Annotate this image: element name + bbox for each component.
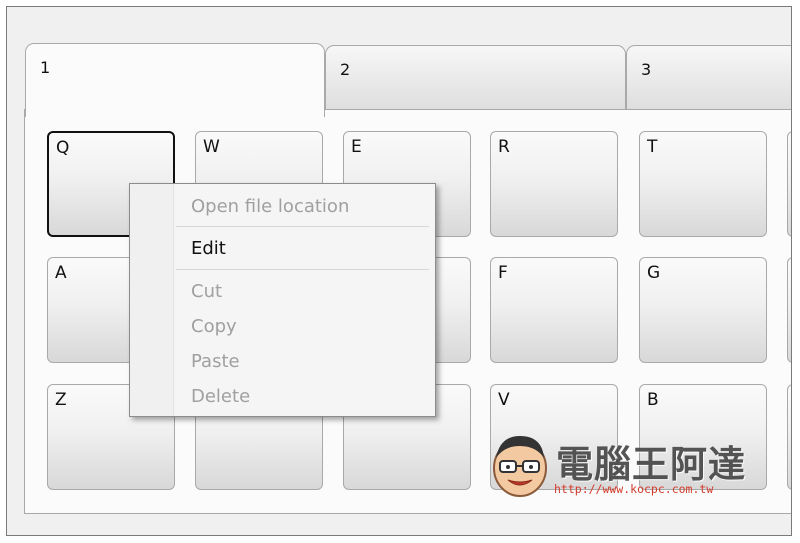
key-label: R (498, 137, 510, 157)
context-menu: Open file location Edit Cut Copy Paste D… (129, 183, 436, 417)
tab-label: 3 (641, 60, 652, 79)
menu-icon-gutter (130, 184, 174, 416)
key-label: B (647, 390, 659, 410)
watermark: 電腦王阿達 http://www.kocpc.com.tw (486, 428, 756, 500)
key-g[interactable]: G (639, 257, 767, 363)
menu-item-copy[interactable]: Copy (191, 316, 237, 337)
key-label: V (498, 390, 510, 410)
key-label: F (498, 263, 508, 283)
tab-3[interactable]: 3 (626, 45, 791, 115)
tab-label: 1 (40, 58, 51, 77)
menu-separator (176, 226, 429, 227)
key-partial[interactable] (787, 131, 791, 237)
key-r[interactable]: R (490, 131, 618, 237)
menu-item-delete[interactable]: Delete (191, 386, 250, 407)
menu-separator (176, 269, 429, 270)
key-f[interactable]: F (490, 257, 618, 363)
key-t[interactable]: T (639, 131, 767, 237)
mascot-icon (493, 436, 547, 497)
key-label: G (647, 263, 661, 283)
watermark-url: http://www.kocpc.com.tw (554, 482, 714, 496)
key-label: T (647, 137, 658, 157)
key-label: A (55, 263, 67, 283)
key-label: Z (55, 390, 67, 410)
key-label: W (203, 137, 220, 157)
menu-item-paste[interactable]: Paste (191, 351, 240, 372)
tab-1[interactable]: 1 (25, 43, 325, 117)
tab-2[interactable]: 2 (325, 45, 626, 115)
key-partial[interactable] (787, 257, 791, 363)
key-label: Q (56, 138, 70, 158)
watermark-title: 電腦王阿達 (556, 443, 746, 486)
menu-item-cut[interactable]: Cut (191, 281, 222, 302)
key-label: E (351, 137, 362, 157)
tab-label: 2 (340, 60, 351, 79)
menu-item-edit[interactable]: Edit (191, 238, 226, 259)
key-partial[interactable] (787, 384, 791, 490)
menu-item-open-file-location[interactable]: Open file location (191, 196, 349, 217)
